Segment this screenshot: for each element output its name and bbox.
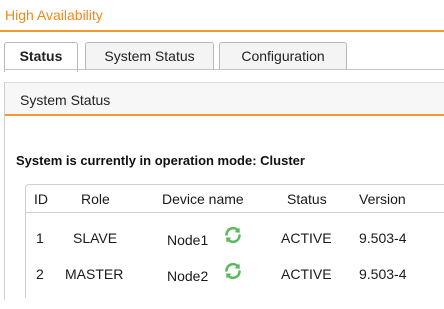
- operation-mode-text: System is currently in operation mode: C…: [16, 153, 305, 168]
- tab-status[interactable]: Status: [4, 42, 78, 72]
- cell-id: 1: [36, 230, 44, 246]
- panel-header-title: System Status: [20, 92, 111, 108]
- cell-version: 9.503-4: [359, 266, 407, 282]
- tab-divider: [4, 69, 444, 70]
- tab-system-status[interactable]: System Status: [85, 42, 214, 70]
- cell-role: SLAVE: [73, 230, 118, 246]
- tab-configuration[interactable]: Configuration: [219, 42, 347, 70]
- column-header-role: Role: [81, 191, 110, 207]
- sync-icon[interactable]: [223, 261, 243, 281]
- column-header-status: Status: [287, 191, 327, 207]
- table-header: ID Role Device name Status Version: [26, 185, 444, 213]
- column-header-id: ID: [34, 191, 48, 207]
- nodes-table: ID Role Device name Status Version 1 SLA…: [25, 184, 444, 298]
- title-bar: High Availability: [0, 0, 444, 32]
- cell-status: ACTIVE: [281, 266, 332, 282]
- panel-header: System Status: [5, 82, 444, 116]
- status-panel: System Status System is currently in ope…: [4, 82, 444, 300]
- table-row: 1 SLAVE Node1 ACTIVE 9.503-4: [26, 221, 444, 257]
- cell-device-name: Node1: [167, 232, 209, 248]
- cell-version: 9.503-4: [359, 230, 407, 246]
- cell-status: ACTIVE: [281, 230, 332, 246]
- column-header-version: Version: [359, 191, 406, 207]
- cell-device-name: Node2: [167, 268, 209, 284]
- sync-icon[interactable]: [223, 225, 243, 245]
- cell-role: MASTER: [65, 266, 124, 282]
- table-row: 2 MASTER Node2 ACTIVE 9.503-4: [26, 257, 444, 293]
- column-header-device-name: Device name: [162, 191, 244, 207]
- page-title: High Availability: [5, 7, 103, 23]
- cell-id: 2: [36, 266, 44, 282]
